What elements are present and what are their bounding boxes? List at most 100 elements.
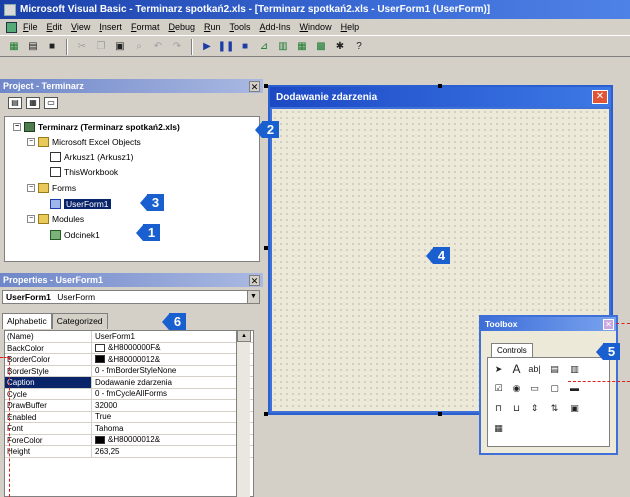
close-icon[interactable]: ✕: [249, 80, 260, 92]
collapse-icon[interactable]: −: [13, 123, 21, 131]
property-row[interactable]: Font Tahoma: [5, 423, 253, 435]
tree-item-workbook[interactable]: ThisWorkbook: [50, 167, 118, 177]
reset-icon[interactable]: ■: [237, 39, 253, 55]
tab-controls[interactable]: Controls: [491, 343, 533, 357]
tabstrip-tool-icon[interactable]: ⊓: [492, 402, 505, 415]
menu-insert[interactable]: Insert: [99, 22, 122, 32]
view-excel-icon[interactable]: ▦: [6, 39, 22, 55]
property-grid-scrollbar[interactable]: ▲: [236, 330, 251, 497]
insert-userform-icon[interactable]: ▤: [25, 39, 41, 55]
break-icon[interactable]: ❚❚: [218, 39, 235, 55]
paste-icon[interactable]: ▣: [112, 39, 128, 55]
close-icon[interactable]: ✕: [592, 90, 608, 104]
run-icon[interactable]: ▶: [199, 39, 215, 55]
tree-item-excel-objects[interactable]: − Microsoft Excel Objects: [27, 137, 141, 147]
menu-run[interactable]: Run: [204, 22, 221, 32]
property-row[interactable]: DrawBuffer 32000: [5, 400, 253, 412]
collapse-icon[interactable]: −: [27, 215, 35, 223]
scrollbar-tool-icon[interactable]: ⇕: [528, 402, 541, 415]
property-row[interactable]: BackColor &H8000000F&: [5, 342, 253, 354]
combobox-tool-icon[interactable]: ▤: [548, 363, 561, 376]
property-value[interactable]: 0 - fmBorderStyleNone: [92, 366, 253, 377]
spinbutton-tool-icon[interactable]: ⇅: [548, 402, 561, 415]
property-row[interactable]: (Name) UserForm1: [5, 331, 253, 343]
property-row-selected[interactable]: Caption Dodawanie zdarzenia: [5, 377, 253, 389]
property-row[interactable]: ForeColor &H80000012&: [5, 434, 253, 446]
tree-item-odcinek1[interactable]: Odcinek1: [50, 230, 100, 240]
property-value[interactable]: UserForm1: [92, 331, 253, 342]
userform-caption-bar[interactable]: Dodawanie zdarzenia ✕: [270, 87, 611, 107]
object-selector[interactable]: UserForm1 UserForm ▼: [2, 290, 260, 304]
tree-item-sheet1[interactable]: Arkusz1 (Arkusz1): [50, 152, 133, 162]
resize-handle[interactable]: [438, 84, 442, 88]
menu-file[interactable]: File: [23, 22, 38, 32]
copy-icon[interactable]: ❐: [93, 39, 109, 55]
image-tool-icon[interactable]: ▣: [568, 402, 581, 415]
project-explorer-icon[interactable]: ▥: [275, 39, 291, 55]
menu-window[interactable]: Window: [300, 22, 332, 32]
toggle-folders-icon[interactable]: ▭: [44, 97, 58, 109]
chevron-down-icon[interactable]: ▼: [247, 291, 259, 303]
option-button-tool-icon[interactable]: ◉: [510, 382, 523, 395]
pointer-icon[interactable]: ➤: [492, 363, 505, 376]
find-icon[interactable]: ⌕: [131, 39, 147, 55]
toggle-button-tool-icon[interactable]: ▭: [528, 382, 541, 395]
menu-help[interactable]: Help: [341, 22, 360, 32]
toolbox-title-bar[interactable]: Toolbox ✕: [481, 317, 616, 331]
cut-icon[interactable]: ✂: [74, 39, 90, 55]
property-value[interactable]: Dodawanie zdarzenia: [92, 377, 253, 388]
property-value[interactable]: 32000: [92, 400, 253, 411]
collapse-icon[interactable]: −: [27, 138, 35, 146]
tab-alphabetic[interactable]: Alphabetic: [2, 313, 52, 329]
redo-icon[interactable]: ↷: [169, 39, 185, 55]
property-value[interactable]: True: [92, 412, 253, 423]
toolbox-icon[interactable]: ✱: [332, 39, 348, 55]
menu-tools[interactable]: Tools: [230, 22, 251, 32]
command-button-tool-icon[interactable]: ▬: [568, 382, 581, 395]
menu-view[interactable]: View: [71, 22, 90, 32]
frame-tool-icon[interactable]: ▢: [548, 382, 561, 395]
window-title-bar[interactable]: Microsoft Visual Basic - Terminarz spotk…: [0, 0, 630, 19]
label-tool-icon[interactable]: A: [510, 363, 523, 376]
property-row[interactable]: BorderColor &H80000012&: [5, 354, 253, 366]
properties-window-icon[interactable]: ▦: [294, 39, 310, 55]
tree-item-modules[interactable]: − Modules: [27, 214, 84, 224]
listbox-tool-icon[interactable]: ▥: [568, 363, 581, 376]
property-value[interactable]: &H80000012&: [92, 354, 253, 365]
tab-categorized[interactable]: Categorized: [51, 313, 108, 329]
property-row[interactable]: Enabled True: [5, 411, 253, 423]
resize-handle[interactable]: [438, 412, 442, 416]
toolbox-window[interactable]: Toolbox ✕ Controls ➤ A ab| ▤ ▥ ☑ ◉ ▭ ▢ ▬…: [479, 315, 618, 455]
property-row[interactable]: Cycle 0 - fmCycleAllForms: [5, 388, 253, 400]
tree-item-userform1[interactable]: UserForm1: [50, 199, 111, 209]
tree-item-project[interactable]: − Terminarz (Terminarz spotkań2.xls): [13, 122, 180, 132]
property-row[interactable]: BorderStyle 0 - fmBorderStyleNone: [5, 365, 253, 377]
save-icon[interactable]: ■: [44, 39, 60, 55]
property-value[interactable]: &H80000012&: [92, 435, 253, 446]
property-row[interactable]: Height 263,25: [5, 446, 253, 458]
resize-handle[interactable]: [264, 84, 268, 88]
view-code-icon[interactable]: ▤: [8, 97, 22, 109]
menu-debug[interactable]: Debug: [168, 22, 195, 32]
undo-icon[interactable]: ↶: [150, 39, 166, 55]
menu-add-ins[interactable]: Add-Ins: [260, 22, 291, 32]
property-value[interactable]: Tahoma: [92, 423, 253, 434]
property-value[interactable]: &H8000000F&: [92, 343, 253, 354]
multipage-tool-icon[interactable]: ⊔: [510, 402, 523, 415]
object-browser-icon[interactable]: ▩: [313, 39, 329, 55]
property-value[interactable]: 263,25: [92, 446, 253, 457]
refedit-tool-icon[interactable]: ▦: [492, 422, 505, 435]
design-mode-icon[interactable]: ⊿: [256, 39, 272, 55]
scroll-up-icon[interactable]: ▲: [237, 330, 251, 342]
close-icon[interactable]: ✕: [249, 274, 260, 286]
property-value[interactable]: 0 - fmCycleAllForms: [92, 389, 253, 400]
excel-icon[interactable]: [6, 21, 17, 33]
resize-handle[interactable]: [264, 246, 268, 250]
checkbox-tool-icon[interactable]: ☑: [492, 382, 505, 395]
textbox-tool-icon[interactable]: ab|: [528, 363, 541, 376]
menu-format[interactable]: Format: [131, 22, 160, 32]
tree-item-forms[interactable]: − Forms: [27, 183, 76, 193]
close-icon[interactable]: ✕: [603, 318, 614, 330]
help-icon[interactable]: ?: [351, 39, 367, 55]
view-object-icon[interactable]: ▦: [26, 97, 40, 109]
